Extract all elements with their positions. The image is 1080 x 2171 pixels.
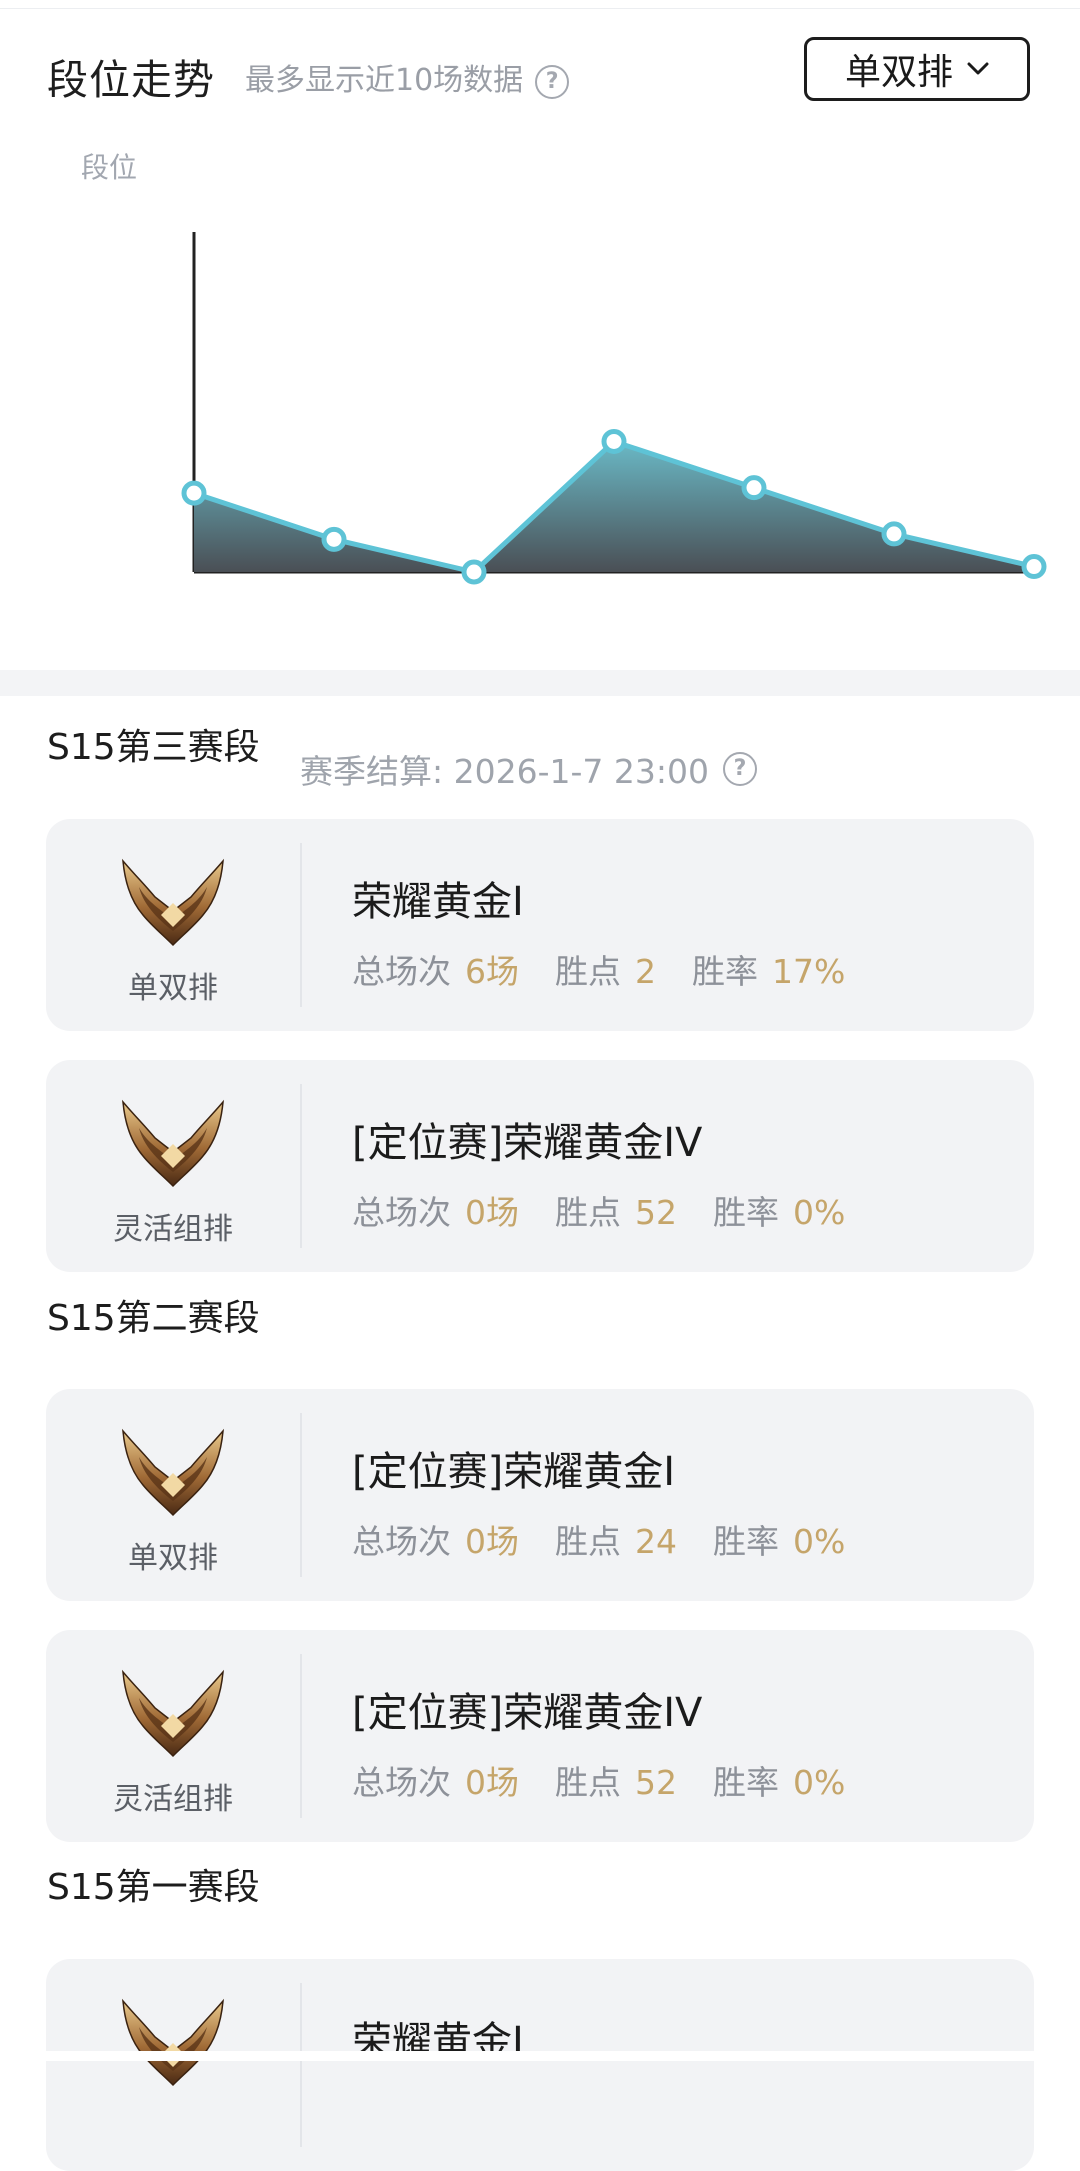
winrate-label: 胜率 [713,1522,779,1561]
queue-type-label: 单双排 [128,971,218,1006]
chart-point [601,428,627,454]
games-value: 0场 [465,1763,519,1802]
rank-stats: 总场次 0场 胜点 52 胜率 0% [352,1756,881,1804]
chart-point [881,521,907,547]
card-divider [300,843,302,1007]
gold-rank-emblem-icon [119,857,227,947]
chart-point [181,480,207,506]
gold-rank-emblem-icon [119,1997,227,2087]
winrate-value: 0% [793,1193,846,1232]
chart-area-fill [194,441,1034,572]
rank-card[interactable]: 荣耀黄金I [46,1959,1034,2171]
help-icon[interactable]: ? [723,752,757,786]
rank-stats: 总场次 0场 胜点 52 胜率 0% [352,1186,881,1234]
trend-subtitle: 最多显示近10场数据? [245,55,570,99]
rank-card[interactable]: 单双排 荣耀黄金I 总场次 6场 胜点 2 胜率 17% [46,819,1034,1031]
bottom-edge [0,2051,1080,2061]
games-value: 0场 [465,1193,519,1232]
winrate-value: 17% [772,952,846,991]
rank-card[interactable]: 单双排 [定位赛]荣耀黄金I 总场次 0场 胜点 24 胜率 0% [46,1389,1034,1601]
season-settle-text: 赛季结算: 2026-1-7 23:00 [300,752,709,791]
rank-trend-chart [181,232,1047,585]
rank-trend-header: 段位走势 最多显示近10场数据? 单双排 [0,0,1080,120]
trend-subtitle-text: 最多显示近10场数据 [245,63,524,98]
gold-rank-emblem-icon [119,1668,227,1758]
winrate-label: 胜率 [692,952,758,991]
rank-card-left: 灵活组排 [46,1060,300,1272]
points-value: 24 [635,1522,677,1561]
gold-rank-emblem-icon [119,1098,227,1188]
chart-point [461,559,487,585]
card-divider [300,1983,302,2147]
points-label: 胜点 [555,952,621,991]
chart-point [741,475,767,501]
rank-card-left [46,1959,300,2171]
games-value: 6场 [465,952,519,991]
rank-name: [定位赛]荣耀黄金IV [352,1690,703,1736]
winrate-value: 0% [793,1763,846,1802]
gold-rank-emblem-icon [119,1427,227,1517]
points-label: 胜点 [555,1193,621,1232]
queue-select-label: 单双排 [844,52,953,93]
winrate-label: 胜率 [713,1193,779,1232]
queue-select-dropdown[interactable]: 单双排 [804,37,1030,101]
winrate-value: 0% [793,1522,846,1561]
season-settle-time: 赛季结算: 2026-1-7 23:00? [300,745,757,793]
help-icon[interactable]: ? [535,64,570,99]
winrate-label: 胜率 [713,1763,779,1802]
games-label: 总场次 [352,952,451,991]
queue-type-label: 灵活组排 [113,1212,233,1247]
card-divider [300,1654,302,1818]
rank-stats: 总场次 0场 胜点 24 胜率 0% [352,1515,881,1563]
rank-card[interactable]: 灵活组排 [定位赛]荣耀黄金IV 总场次 0场 胜点 52 胜率 0% [46,1630,1034,1842]
points-label: 胜点 [555,1763,621,1802]
card-divider [300,1084,302,1248]
chart-point [1021,554,1047,580]
rank-name: [定位赛]荣耀黄金IV [352,1120,703,1166]
season-title: S15第二赛段 [47,1298,260,1339]
queue-type-label: 灵活组排 [113,1782,233,1817]
rank-name: 荣耀黄金I [352,879,524,925]
queue-type-label: 单双排 [128,1541,218,1576]
points-label: 胜点 [555,1522,621,1561]
rank-name: [定位赛]荣耀黄金I [352,1449,676,1495]
chevron-down-icon [967,62,989,75]
games-label: 总场次 [352,1763,451,1802]
games-label: 总场次 [352,1522,451,1561]
card-divider [300,1413,302,1577]
rank-card-left: 单双排 [46,819,300,1031]
rank-stats: 总场次 6场 胜点 2 胜率 17% [352,945,881,993]
section-divider [0,670,1080,696]
points-value: 52 [635,1763,677,1802]
season-title: S15第三赛段 [47,727,260,768]
rank-card-left: 单双排 [46,1389,300,1601]
rank-card[interactable]: 灵活组排 [定位赛]荣耀黄金IV 总场次 0场 胜点 52 胜率 0% [46,1060,1034,1272]
games-value: 0场 [465,1522,519,1561]
rank-card-left: 灵活组排 [46,1630,300,1842]
games-label: 总场次 [352,1193,451,1232]
points-value: 2 [635,952,656,991]
points-value: 52 [635,1193,677,1232]
season-title: S15第一赛段 [47,1867,260,1908]
chart-point [321,526,347,552]
page-title: 段位走势 [47,56,215,104]
